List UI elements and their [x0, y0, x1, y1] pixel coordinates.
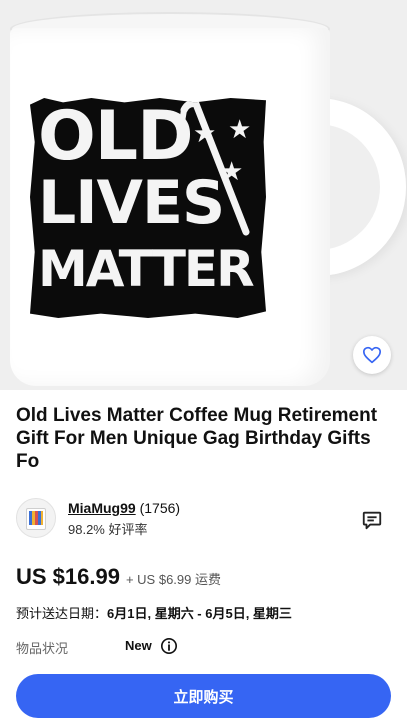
- star-icon: ★: [228, 114, 252, 144]
- condition-row: 物品状况 New: [16, 637, 396, 656]
- price-row: US $16.99 + US $6.99 运费: [16, 564, 396, 590]
- message-icon: [362, 511, 382, 530]
- info-icon[interactable]: [160, 637, 178, 655]
- condition-label: 物品状况: [16, 641, 69, 656]
- mug-print: OLD LIVES MATTER ★ ★ ★: [30, 98, 266, 318]
- print-line-matter: MATTER: [38, 240, 255, 298]
- seller-avatar[interactable]: [16, 498, 56, 538]
- shipping-cost: + US $6.99 运费: [125, 572, 221, 587]
- star-icon: ★: [220, 156, 244, 186]
- seller-name-line: MiaMug99 (1756): [68, 500, 180, 516]
- condition-value: New: [125, 638, 152, 653]
- delivery-range: 6月1日, 星期六 - 6月5日, 星期三: [107, 606, 292, 621]
- avatar-pattern: [29, 511, 43, 525]
- heart-outline-icon: [363, 346, 381, 364]
- product-image[interactable]: OLD LIVES MATTER ★ ★ ★: [0, 0, 407, 390]
- buy-now-button[interactable]: 立即购买: [16, 674, 391, 718]
- product-title: Old Lives Matter Coffee Mug Retirement G…: [16, 405, 378, 472]
- seller-name-link[interactable]: MiaMug99: [68, 500, 136, 516]
- favorite-button[interactable]: [353, 336, 391, 374]
- message-seller-button[interactable]: [358, 506, 386, 534]
- delivery-estimate: 预计送达日期：6月1日, 星期六 - 6月5日, 星期三: [16, 603, 396, 622]
- seller-info: MiaMug99 (1756) 98.2% 好评率: [16, 498, 391, 542]
- price: US $16.99: [16, 564, 120, 589]
- star-icon: ★: [193, 118, 217, 148]
- delivery-label: 预计送达日期：: [16, 606, 108, 621]
- seller-rating: 98.2% 好评率: [68, 522, 148, 537]
- seller-feedback-count: (1756): [139, 500, 181, 516]
